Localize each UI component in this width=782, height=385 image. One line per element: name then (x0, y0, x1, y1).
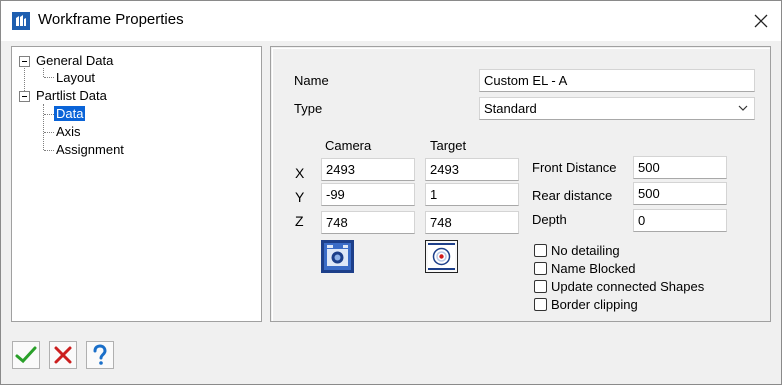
camera-pick-icon (321, 240, 354, 273)
tree-item-label: Partlist Data (36, 88, 107, 103)
camera-y-input[interactable]: -99 (321, 183, 415, 206)
window-title: Workframe Properties (38, 11, 184, 28)
no-detailing-checkbox[interactable] (534, 244, 547, 257)
no-detailing-label: No detailing (551, 243, 620, 258)
navigation-tree: General Data Layout Partlist Data Data A… (11, 46, 262, 322)
close-button[interactable] (741, 1, 781, 41)
border-clipping-checkbox[interactable] (534, 298, 547, 311)
type-label: Type (294, 101, 323, 116)
front-distance-label: Front Distance (532, 160, 617, 175)
rear-distance-input[interactable]: 500 (633, 182, 727, 205)
camera-z-input[interactable]: 748 (321, 211, 415, 234)
x-label: X (295, 165, 305, 181)
collapse-toggle-partlist-data[interactable] (19, 91, 30, 102)
tree-item-label: Data (54, 106, 86, 121)
tree-item-layout[interactable]: Layout (56, 69, 95, 87)
tree-item-label: Assignment (56, 142, 124, 157)
y-label: Y (295, 189, 305, 205)
type-select[interactable]: Standard (479, 97, 755, 120)
name-blocked-label: Name Blocked (551, 261, 636, 276)
checkmark-icon (15, 346, 37, 364)
close-icon (754, 14, 768, 28)
camera-x-input[interactable]: 2493 (321, 158, 415, 181)
workframe-properties-dialog: Workframe Properties General Data Layout… (0, 0, 782, 385)
help-button[interactable] (86, 341, 114, 369)
border-clipping-label: Border clipping (551, 297, 638, 312)
name-input[interactable]: Custom EL - A (479, 69, 755, 92)
z-label: Z (295, 213, 304, 229)
front-distance-input[interactable]: 500 (633, 156, 727, 179)
title-bar: Workframe Properties (1, 1, 781, 41)
tree-item-label: Layout (56, 70, 96, 85)
chevron-down-icon (738, 105, 748, 111)
app-icon (12, 12, 30, 30)
tree-item-data[interactable]: Data (54, 105, 86, 123)
target-z-input[interactable]: 748 (425, 211, 519, 234)
tree-item-label: General Data (36, 53, 114, 68)
tree-item-general-data[interactable]: General Data (36, 52, 113, 70)
depth-label: Depth (532, 212, 567, 227)
depth-input[interactable]: 0 (633, 209, 727, 232)
cancel-x-icon (54, 346, 72, 364)
type-select-value: Standard (484, 101, 537, 116)
cancel-button[interactable] (49, 341, 77, 369)
camera-pick-button[interactable] (321, 240, 354, 273)
target-y-input[interactable]: 1 (425, 183, 519, 206)
target-x-input[interactable]: 2493 (425, 158, 519, 181)
target-header: Target (430, 138, 467, 153)
target-pick-button[interactable] (425, 240, 458, 273)
help-question-icon (93, 344, 107, 365)
tree-item-assignment[interactable]: Assignment (56, 141, 124, 159)
camera-header: Camera (325, 138, 372, 153)
name-blocked-checkbox[interactable] (534, 262, 547, 275)
tree-item-partlist-data[interactable]: Partlist Data (36, 87, 107, 105)
ok-button[interactable] (12, 341, 40, 369)
rear-distance-label: Rear distance (532, 188, 613, 203)
target-pick-icon (428, 243, 455, 270)
tree-item-axis[interactable]: Axis (56, 123, 81, 141)
collapse-toggle-general-data[interactable] (19, 56, 30, 67)
tree-item-label: Axis (56, 124, 81, 139)
name-label: Name (294, 73, 329, 88)
update-connected-shapes-label: Update connected Shapes (551, 279, 705, 294)
update-connected-shapes-checkbox[interactable] (534, 280, 547, 293)
